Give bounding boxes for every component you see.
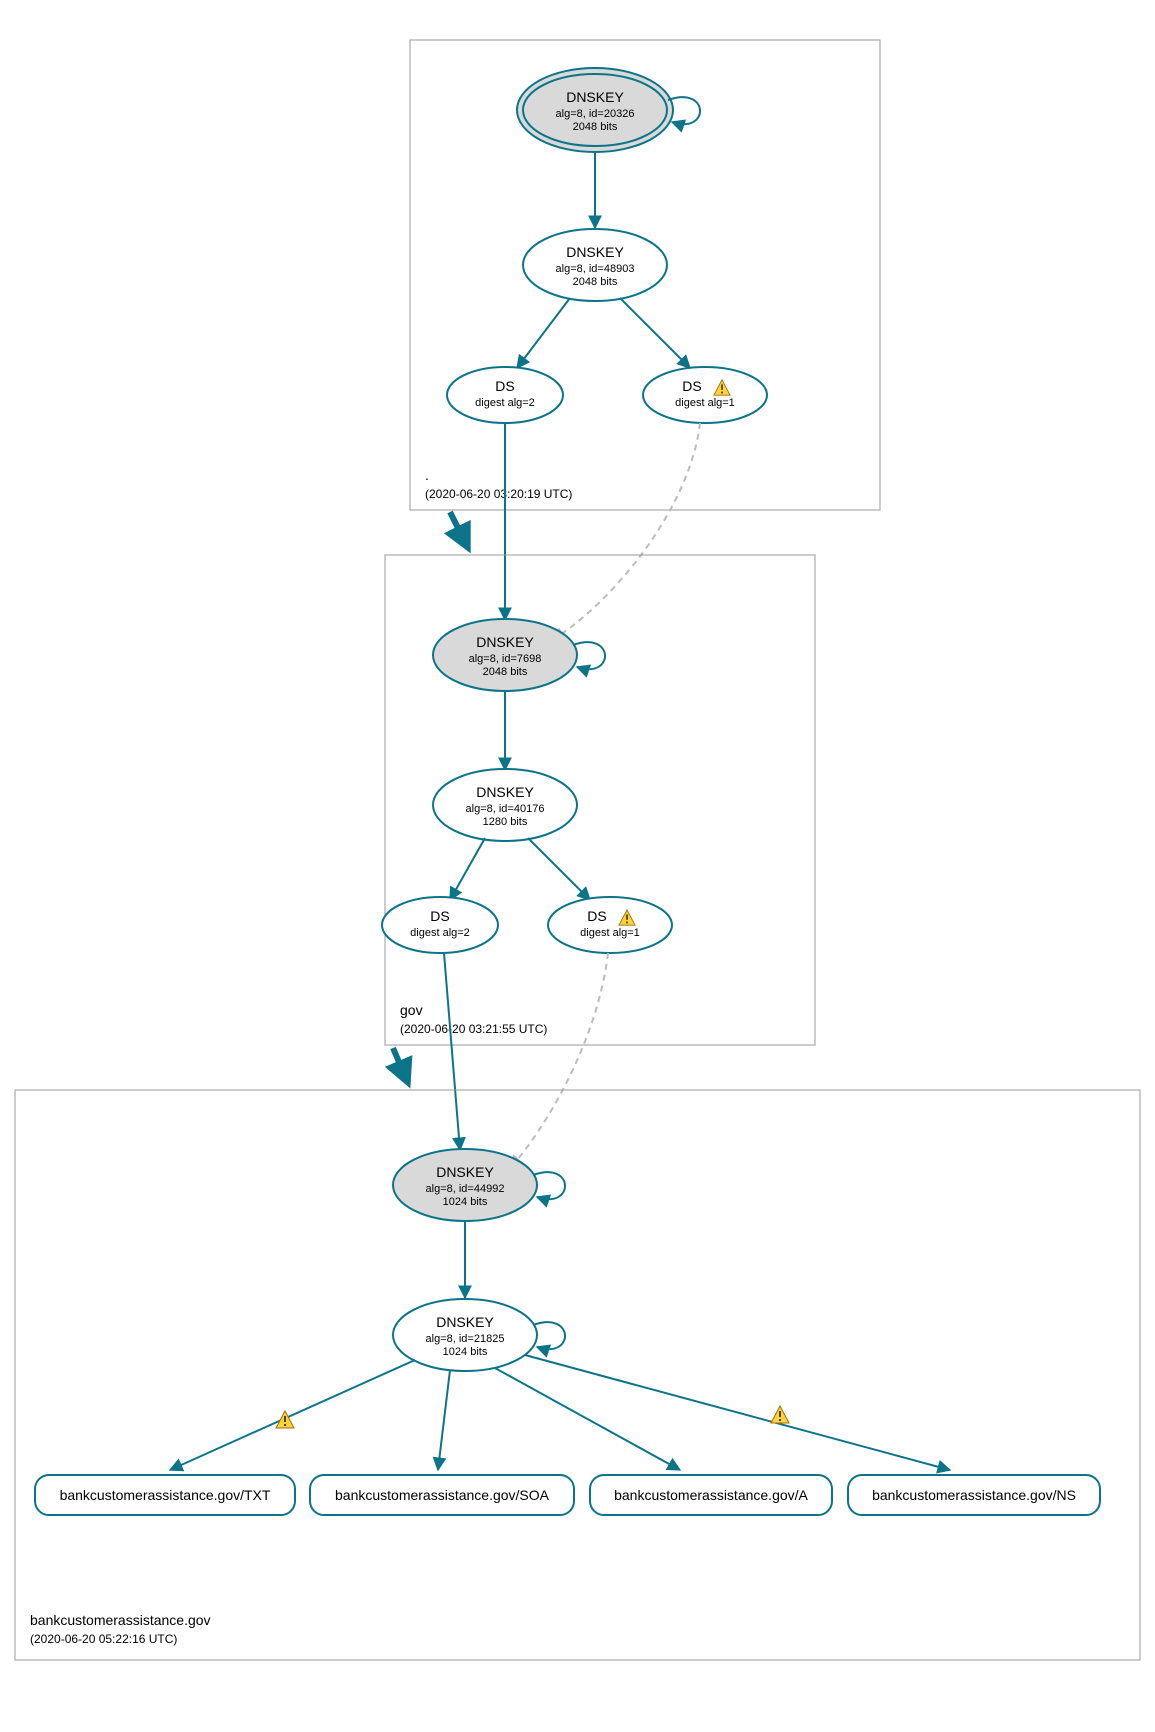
root-dnskey-zsk: DNSKEY alg=8, id=48903 2048 bits [523, 229, 667, 301]
root-dnskey-ksk: DNSKEY alg=8, id=20326 2048 bits [517, 68, 673, 152]
edge-rootzsk-ds2 [517, 298, 570, 368]
svg-text:digest alg=2: digest alg=2 [410, 927, 470, 939]
rr-txt-label: bankcustomerassistance.gov/TXT [60, 1487, 271, 1503]
warning-icon [276, 1411, 294, 1428]
svg-text:DNSKEY: DNSKEY [436, 1164, 494, 1180]
dnssec-chain-diagram: . (2020-06-20 03:20:19 UTC) DNSKEY alg=8… [0, 0, 1155, 1732]
svg-text:alg=8, id=7698: alg=8, id=7698 [469, 653, 542, 665]
edge-zone-root-to-gov [450, 512, 468, 548]
gov-ds-alg1: DS digest alg=1 [548, 897, 672, 953]
edge-rootzsk-ds1 [620, 298, 690, 368]
gov-dnskey-zsk: DNSKEY alg=8, id=40176 1280 bits [433, 769, 577, 841]
root-zone-timestamp: (2020-06-20 03:20:19 UTC) [425, 487, 572, 501]
edge-govzsk-ds2 [450, 838, 485, 900]
gov-zone-timestamp: (2020-06-20 03:21:55 UTC) [400, 1022, 547, 1036]
svg-text:DNSKEY: DNSKEY [566, 244, 624, 260]
edge-govds2-domksk [444, 953, 460, 1150]
svg-text:2048 bits: 2048 bits [573, 276, 618, 288]
root-ds-alg1: DS digest alg=1 [643, 367, 767, 423]
root-zone-label: . [425, 467, 429, 483]
edge-govds1-domksk [510, 953, 608, 1168]
svg-text:alg=8, id=20326: alg=8, id=20326 [556, 108, 635, 120]
rr-a-label: bankcustomerassistance.gov/A [614, 1487, 808, 1503]
svg-text:digest alg=1: digest alg=1 [580, 927, 640, 939]
svg-text:digest alg=2: digest alg=2 [475, 397, 535, 409]
svg-text:DS: DS [430, 908, 449, 924]
edge-domzsk-soa [438, 1370, 450, 1470]
edge-domzsk-ns [525, 1355, 950, 1470]
svg-text:digest alg=1: digest alg=1 [675, 397, 735, 409]
svg-text:alg=8, id=21825: alg=8, id=21825 [426, 1333, 505, 1345]
domain-zone-timestamp: (2020-06-20 05:22:16 UTC) [30, 1632, 177, 1646]
svg-text:1024 bits: 1024 bits [443, 1196, 488, 1208]
svg-text:1024 bits: 1024 bits [443, 1346, 488, 1358]
svg-text:DNSKEY: DNSKEY [436, 1314, 494, 1330]
svg-text:DS: DS [495, 378, 514, 394]
edge-govzsk-ds1 [528, 838, 590, 900]
edge-domzsk-a [495, 1368, 680, 1470]
svg-text:DNSKEY: DNSKEY [476, 634, 534, 650]
svg-text:DNSKEY: DNSKEY [476, 784, 534, 800]
edge-domzsk-txt [170, 1360, 415, 1470]
domain-zone-box [15, 1090, 1140, 1660]
domain-dnskey-ksk: DNSKEY alg=8, id=44992 1024 bits [393, 1149, 537, 1221]
domain-zone-label: bankcustomerassistance.gov [30, 1612, 211, 1628]
gov-dnskey-ksk: DNSKEY alg=8, id=7698 2048 bits [433, 619, 577, 691]
edge-rootds1-govksk [552, 423, 700, 640]
root-ds-alg2: DS digest alg=2 [447, 367, 563, 423]
svg-text:alg=8, id=40176: alg=8, id=40176 [466, 803, 545, 815]
gov-ds-alg2: DS digest alg=2 [382, 897, 498, 953]
gov-zone-label: gov [400, 1002, 423, 1018]
svg-text:2048 bits: 2048 bits [483, 666, 528, 678]
svg-text:DS: DS [587, 908, 606, 924]
svg-text:DNSKEY: DNSKEY [566, 89, 624, 105]
rr-ns-label: bankcustomerassistance.gov/NS [872, 1487, 1076, 1503]
svg-text:alg=8, id=48903: alg=8, id=48903 [556, 263, 635, 275]
svg-text:1280 bits: 1280 bits [483, 816, 528, 828]
edge-zone-gov-to-domain [393, 1048, 408, 1083]
svg-text:DS: DS [682, 378, 701, 394]
rr-soa-label: bankcustomerassistance.gov/SOA [335, 1487, 550, 1503]
svg-text:2048 bits: 2048 bits [573, 121, 618, 133]
svg-text:alg=8, id=44992: alg=8, id=44992 [426, 1183, 505, 1195]
warning-icon [771, 1406, 789, 1423]
